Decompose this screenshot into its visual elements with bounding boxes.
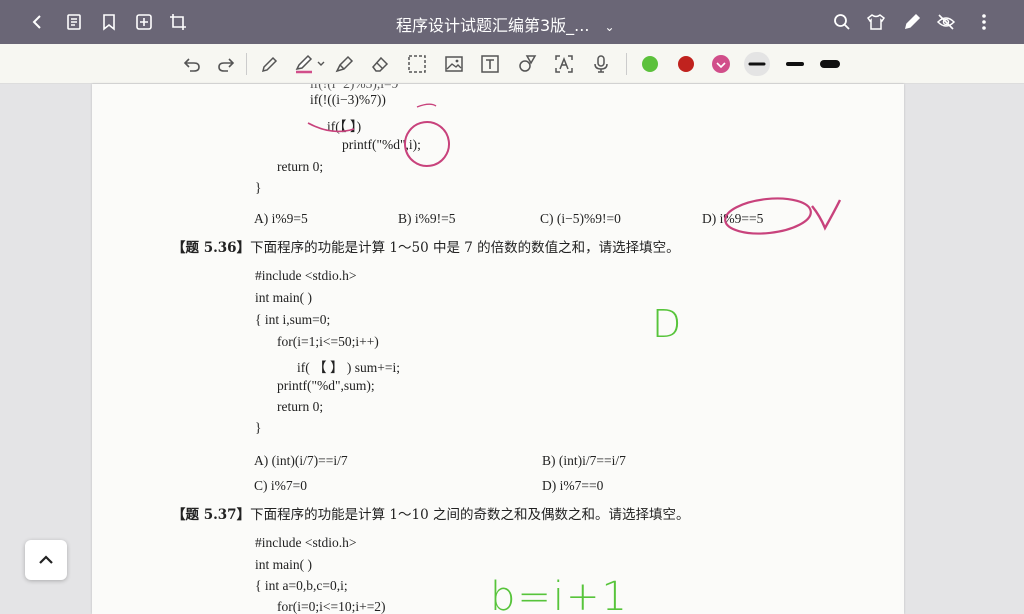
pink-tick	[416, 103, 437, 108]
chevron-up-icon	[39, 555, 53, 564]
document-title[interactable]: 程序设计试题汇编第3版_... ⌄	[396, 12, 615, 36]
pink-underline	[307, 122, 355, 133]
pink-circle	[404, 121, 450, 167]
image-icon[interactable]	[442, 52, 466, 76]
bookmark-icon[interactable]	[97, 10, 121, 34]
search-icon[interactable]	[830, 10, 854, 34]
annotation-toolbar	[0, 44, 1024, 84]
pencil-icon[interactable]	[257, 52, 281, 76]
crop-icon[interactable]	[166, 10, 190, 34]
pink-checkmark	[811, 199, 842, 231]
highlighter-icon[interactable]	[332, 52, 356, 76]
pen-icon[interactable]	[900, 10, 924, 34]
color-swatch-pink[interactable]	[709, 52, 733, 76]
color-swatch-green[interactable]	[638, 52, 662, 76]
text-box-icon[interactable]	[478, 52, 502, 76]
redo-icon[interactable]	[214, 52, 238, 76]
toolbar-divider	[626, 53, 627, 75]
toolbar-divider	[246, 53, 247, 75]
microphone-icon[interactable]	[589, 52, 613, 76]
stroke-width-thin[interactable]	[744, 52, 770, 76]
undo-icon[interactable]	[180, 52, 204, 76]
bookmark-list-icon[interactable]	[62, 10, 86, 34]
back-icon[interactable]	[26, 10, 50, 34]
pink-circle-answer	[724, 197, 812, 235]
pink-handwriting-layer	[307, 103, 842, 235]
stroke-width-medium[interactable]	[782, 52, 808, 76]
shape-icon[interactable]	[515, 52, 539, 76]
top-bar: 程序设计试题汇编第3版_... ⌄	[0, 0, 1024, 44]
scroll-to-top-button[interactable]	[25, 540, 67, 580]
ocr-text-icon[interactable]	[552, 52, 576, 76]
eraser-icon[interactable]	[368, 52, 392, 76]
chevron-down-icon[interactable]: ⌄	[605, 20, 615, 34]
theme-icon[interactable]	[864, 10, 888, 34]
lasso-select-icon[interactable]	[405, 52, 429, 76]
marker-icon[interactable]	[294, 52, 328, 76]
add-page-icon[interactable]	[132, 10, 156, 34]
more-icon[interactable]	[972, 10, 996, 34]
eye-off-icon[interactable]	[934, 10, 958, 34]
color-swatch-red[interactable]	[674, 52, 698, 76]
document-page[interactable]: if(!(i−2)%5),i=9 if(!((i−3)%7)) if(【 】) …	[92, 84, 904, 614]
stroke-width-thick[interactable]	[817, 52, 843, 76]
handwritten-answer: D	[652, 302, 682, 346]
handwritten-note: b=i+1	[490, 574, 629, 614]
